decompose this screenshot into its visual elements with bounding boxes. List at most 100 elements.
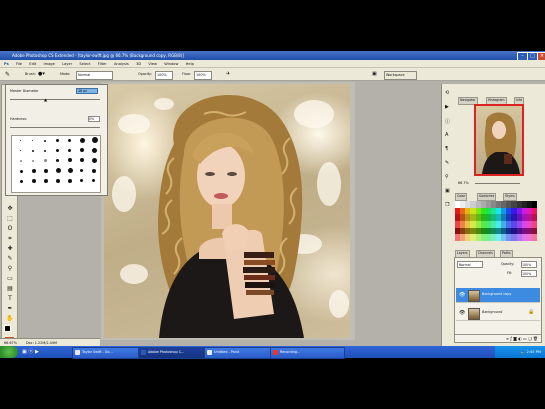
- eye-icon[interactable]: 👁: [459, 292, 465, 298]
- status-bar: 66.67% Doc: 1.22M/2.44M: [0, 338, 100, 346]
- character-icon[interactable]: A: [445, 132, 448, 138]
- crop-tool-icon[interactable]: ⌗: [5, 235, 15, 243]
- brush-tool-icon[interactable]: ✎: [5, 255, 15, 263]
- menu-select[interactable]: Select: [79, 62, 90, 66]
- menu-image[interactable]: Image: [44, 62, 55, 66]
- system-tray: 🔈 2:45 PM: [495, 346, 545, 358]
- brush-preset-picker[interactable]: ●▾: [38, 71, 45, 77]
- hand-tool-icon[interactable]: ✋: [5, 315, 15, 323]
- navigator-thumbnail[interactable]: [474, 104, 524, 176]
- tab-swatches[interactable]: Swatches: [477, 193, 497, 201]
- pen-tool-icon[interactable]: ✒: [5, 305, 15, 313]
- media-icon[interactable]: ▶: [35, 349, 39, 355]
- portrait-photo: [112, 95, 349, 338]
- clock[interactable]: 2:45 PM: [527, 350, 541, 354]
- task-photoshop[interactable]: Adobe Photoshop C...: [138, 347, 213, 359]
- task-browser[interactable]: Taylor Swift - Go...: [72, 347, 147, 359]
- navigator-zoom-slider[interactable]: [475, 183, 520, 184]
- menu-filter[interactable]: Filter: [98, 62, 107, 66]
- color-swatch[interactable]: [531, 207, 537, 215]
- menu-edit[interactable]: Edit: [29, 62, 36, 66]
- task-label: Untitled - Paint: [214, 350, 240, 354]
- menu-layer[interactable]: Layer: [62, 62, 72, 66]
- marquee-tool-icon[interactable]: ⬚: [5, 215, 15, 223]
- color-swatch[interactable]: [531, 234, 537, 241]
- menu-help[interactable]: Help: [186, 62, 194, 66]
- lock-icon: 🔒: [528, 309, 535, 315]
- tool-presets-icon[interactable]: ▣: [445, 188, 450, 194]
- task-paint[interactable]: Untitled - Paint: [204, 347, 279, 359]
- color-swatch[interactable]: [531, 214, 537, 221]
- history-brush-icon[interactable]: ⟲: [445, 90, 449, 96]
- menu-3d[interactable]: 3D: [136, 62, 141, 66]
- brush-tip-grid[interactable]: [11, 135, 101, 193]
- quick-launch: ▣ ⓔ ▶: [22, 348, 68, 356]
- window-title: Adobe Photoshop CS Extended - [taylor-sw…: [12, 53, 184, 58]
- layer-comps-icon[interactable]: ❐: [445, 202, 449, 208]
- flow-label: Flow:: [182, 72, 191, 76]
- status-doc-size: Doc: 1.22M/2.44M: [26, 341, 57, 345]
- foreground-color-swatch[interactable]: [4, 325, 11, 332]
- menu-file[interactable]: File: [16, 62, 22, 66]
- layers-panel: Normal Opacity: 100% Fill: 100% 👁 Backgr…: [454, 257, 542, 343]
- layer-name: Background copy: [482, 292, 512, 296]
- photoshop-icon: [141, 350, 146, 355]
- windows-start-icon[interactable]: [0, 346, 18, 358]
- tab-styles[interactable]: Styles: [503, 193, 517, 201]
- menu-window[interactable]: Window: [164, 62, 178, 66]
- layer-opacity-field[interactable]: 100%: [521, 261, 537, 268]
- eye-icon[interactable]: 👁: [459, 310, 465, 316]
- heal-tool-icon[interactable]: ✚: [5, 245, 15, 253]
- brushes-icon[interactable]: ✎: [445, 160, 449, 166]
- gradient-tool-icon[interactable]: ▤: [5, 285, 15, 293]
- color-swatch[interactable]: [531, 220, 537, 228]
- menu-analysis[interactable]: Analysis: [114, 62, 129, 66]
- navigator-zoom-value[interactable]: 66.7%: [458, 181, 469, 185]
- ie-icon[interactable]: ⓔ: [28, 349, 33, 355]
- hardness-field[interactable]: 0%: [88, 116, 100, 122]
- move-tool-icon[interactable]: ✥: [5, 205, 15, 213]
- opacity-label: Opacity:: [138, 72, 152, 76]
- hardness-label: Hardness:: [10, 117, 28, 121]
- swatches-grid[interactable]: [455, 201, 537, 241]
- airbrush-icon[interactable]: ✈: [226, 71, 230, 77]
- diameter-slider-track[interactable]: [10, 99, 100, 100]
- info-icon[interactable]: ⓘ: [445, 118, 450, 125]
- tab-color[interactable]: Color: [455, 193, 468, 201]
- palette-well-icon[interactable]: ▣: [372, 71, 377, 77]
- photo-canvas[interactable]: [104, 84, 350, 338]
- options-bar: ✎ Brush: ●▾ Mode: Normal Opacity: 100% F…: [0, 68, 545, 81]
- layer-fill-label: Fill:: [507, 271, 513, 275]
- status-zoom[interactable]: 66.67%: [4, 341, 17, 345]
- layer-name: Background: [482, 310, 503, 314]
- color-swatch[interactable]: [531, 227, 537, 235]
- layer-row[interactable]: 👁 Background copy: [456, 288, 540, 303]
- eraser-tool-icon[interactable]: ▭: [5, 275, 15, 283]
- layer-fill-field[interactable]: 100%: [521, 270, 537, 277]
- layers-footer: ∞ ƒ ◙ ◐ ▭ ❏ 🗑: [455, 334, 541, 342]
- hardness-slider-track[interactable]: [10, 127, 100, 128]
- menu-view[interactable]: View: [148, 62, 157, 66]
- actions-icon[interactable]: ▶: [445, 104, 449, 110]
- master-diameter-label: Master Diameter: [10, 89, 39, 93]
- mode-select[interactable]: Normal: [76, 71, 113, 80]
- color-swatch[interactable]: [531, 201, 537, 208]
- workspace-menu[interactable]: Workspace: [384, 71, 417, 80]
- lasso-tool-icon[interactable]: ʘ: [5, 225, 15, 233]
- text-tool-icon[interactable]: T: [5, 295, 15, 303]
- flow-field[interactable]: 100%: [194, 71, 212, 80]
- trash-icon[interactable]: 🗑: [533, 336, 538, 341]
- clone-source-icon[interactable]: ⚲: [445, 174, 449, 180]
- blend-mode-select[interactable]: Normal: [457, 261, 483, 268]
- stamp-tool-icon[interactable]: ⚲: [5, 265, 15, 273]
- task-label: Taylor Swift - Go...: [82, 350, 113, 354]
- diameter-slider-thumb[interactable]: ▲: [44, 97, 47, 102]
- brush-icon[interactable]: ✎: [5, 71, 10, 78]
- layer-row[interactable]: 👁 Background 🔒: [456, 306, 540, 321]
- diameter-field[interactable]: 48 px: [76, 88, 98, 94]
- desktop-icon[interactable]: ▣: [22, 349, 27, 355]
- paragraph-icon[interactable]: ¶: [445, 146, 448, 152]
- task-recorder[interactable]: Recording...: [270, 347, 345, 359]
- opacity-field[interactable]: 100%: [155, 71, 173, 80]
- menu-bar: Ps File Edit Image Layer Select Filter A…: [0, 60, 545, 68]
